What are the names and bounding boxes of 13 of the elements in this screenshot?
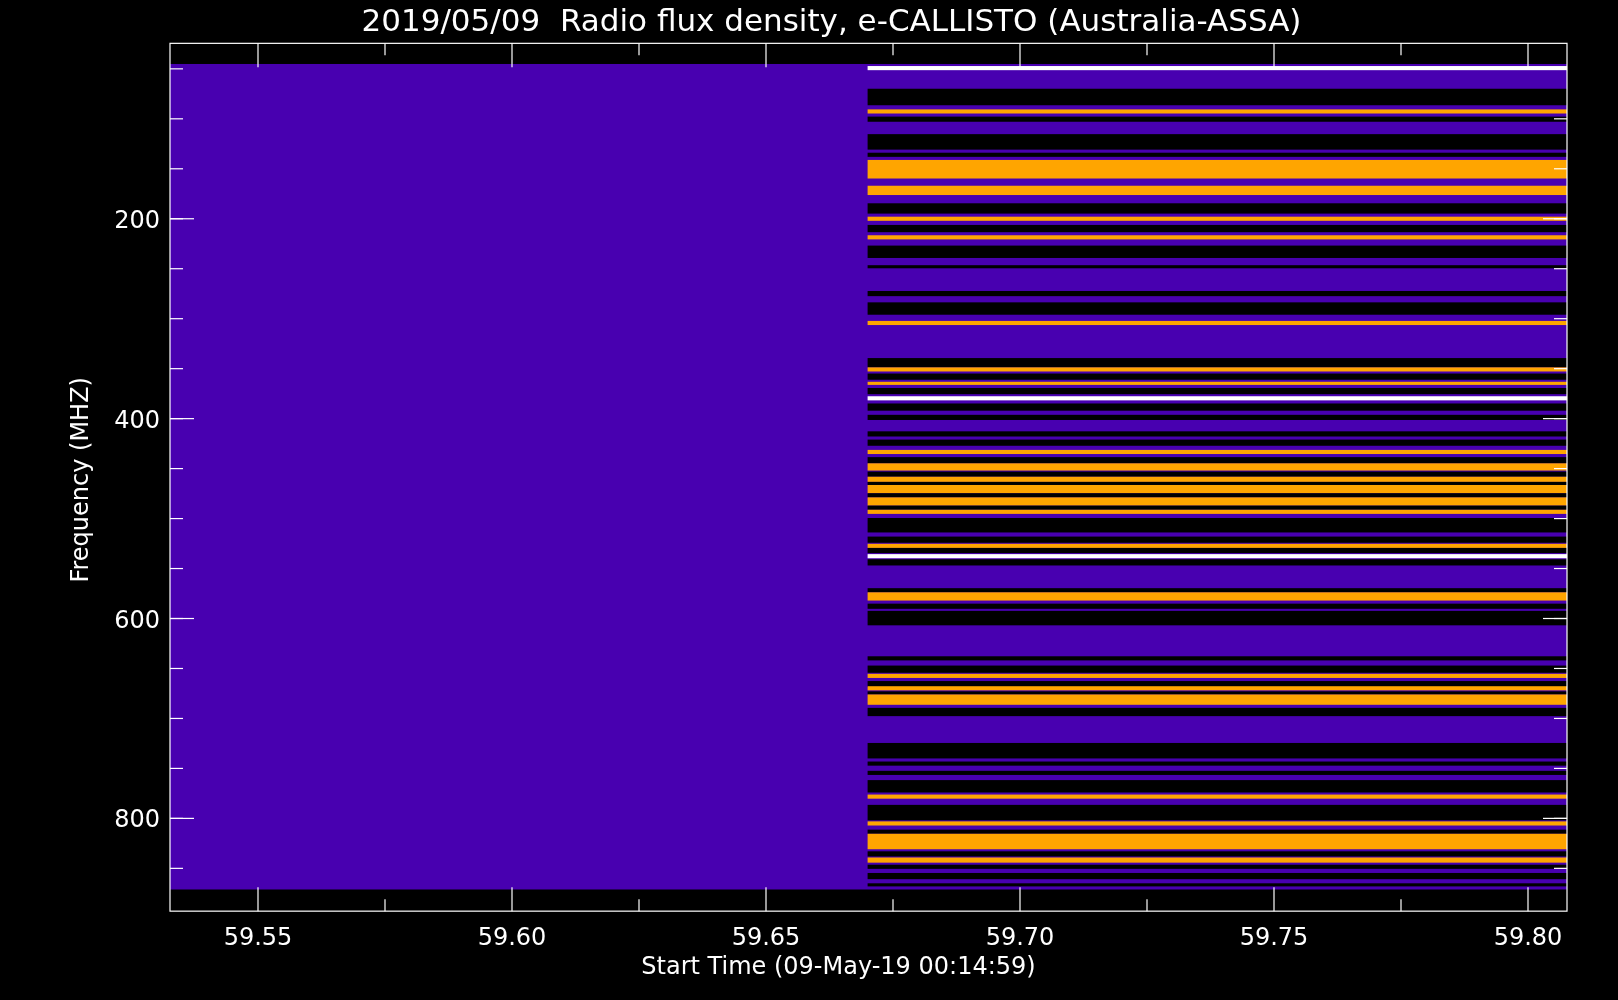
axis-tick-label: 400 (114, 405, 160, 434)
axis-tick-label: 59.65 (731, 923, 801, 952)
axis-label: Frequency (MHZ) (66, 377, 94, 583)
axis-label: Start Time (09-May-19 00:14:59) (641, 952, 1036, 981)
axis-tick-label: 59.75 (1239, 923, 1309, 952)
axis-tick-label: 59.55 (223, 923, 293, 952)
axis-tick-label: 59.70 (985, 923, 1055, 952)
chart-title: 2019/05/09 Radio flux density, e-CALLISTO (Australia-ASSA) (361, 1, 1302, 40)
axis-tick-label: 59.60 (477, 923, 547, 952)
axis-tick-label: 600 (114, 605, 160, 634)
axis-tick-label: 200 (114, 205, 160, 234)
axis-tick-label: 59.80 (1493, 923, 1563, 952)
axis-tick-label: 800 (114, 805, 160, 834)
